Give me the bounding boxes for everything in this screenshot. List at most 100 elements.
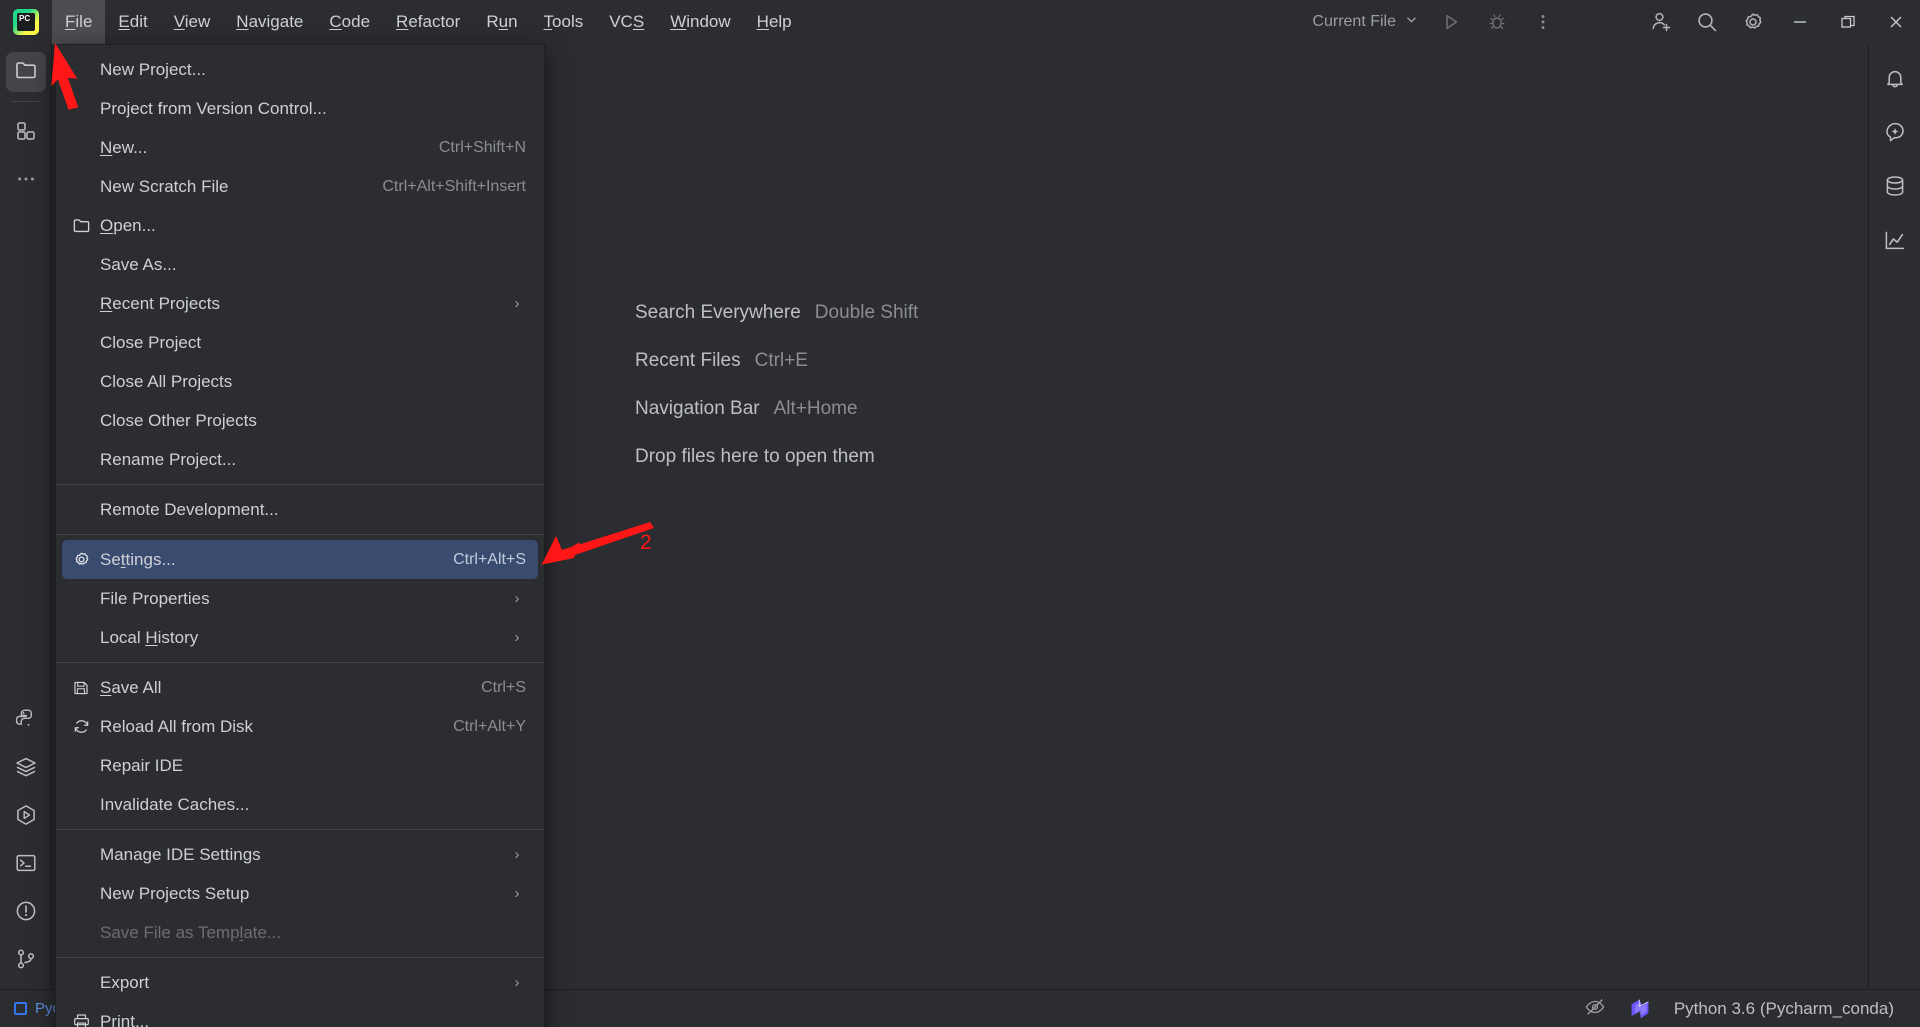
menu-item-save-as[interactable]: Save As... [62,245,538,284]
sidebar-item-sciview[interactable] [1875,222,1915,262]
menu-item-label: Recent Projects [100,293,221,313]
title-bar-actions: Current File [1302,0,1920,44]
menu-item-print[interactable]: Print... [62,1002,538,1027]
layers-icon [14,755,38,784]
menu-item-new[interactable]: New... Ctrl+Shift+N [62,128,538,167]
folder-icon [14,58,38,87]
sidebar-item-project[interactable] [5,52,46,92]
sidebar-item-python-console[interactable] [6,701,46,741]
menu-refactor[interactable]: Refactor [383,0,473,44]
sidebar-item-version-control[interactable] [6,941,46,981]
hint-search-everywhere: Search Everywhere Double Shift [635,302,918,350]
sidebar-item-python-packages[interactable] [6,749,46,789]
file-menu-dropdown[interactable]: New Project... Project from Version Cont… [55,44,545,1027]
menu-item-local-history[interactable]: Local History › [62,618,538,657]
sidebar-item-structure[interactable] [6,113,46,153]
menu-separator [56,829,544,830]
menu-navigate[interactable]: Navigate [223,0,316,44]
sidebar-item-problems[interactable] [6,893,46,933]
more-actions-button[interactable] [1520,0,1566,44]
menu-item-save-file-as-template: Save File as Template... [62,913,538,952]
menu-item-accelerator: Ctrl+Alt+Y [453,717,526,735]
menu-vcs[interactable]: VCS [596,0,657,44]
interpreter-logo-icon[interactable] [1628,997,1652,1021]
debug-button[interactable] [1474,0,1520,44]
menu-bar[interactable]: File Edit View Navigate Code Refactor Ru… [52,0,805,44]
status-bar-right: Python 3.6 (Pycharm_conda) [1584,996,1920,1022]
menu-item-accelerator: Ctrl+Shift+N [438,138,526,156]
run-button[interactable] [1428,0,1474,44]
status-bar-left[interactable]: Pyc [0,1000,60,1017]
menu-window[interactable]: Window [657,0,743,44]
menu-item-settings[interactable]: Settings... Ctrl+Alt+S [62,540,538,579]
search-everywhere-button[interactable] [1684,0,1730,44]
menu-item-project-from-version-control[interactable]: Project from Version Control... [62,89,538,128]
code-with-me-button[interactable] [1638,0,1684,44]
menu-view[interactable]: View [161,0,224,44]
save-icon [62,679,100,697]
menu-item-repair-ide[interactable]: Repair IDE [62,746,538,785]
sidebar-item-database[interactable] [1875,168,1915,208]
menu-code[interactable]: Code [316,0,383,44]
print-icon [62,1012,100,1027]
menu-item-label: Print... [100,1011,150,1027]
menu-item-accelerator: Ctrl+Alt+S [453,550,526,568]
chevron-right-icon: › [514,629,520,646]
right-tool-rail [1868,44,1920,989]
project-square-icon [14,1002,27,1015]
sidebar-item-more-tool-windows[interactable] [6,161,46,201]
menu-item-new-projects-setup[interactable]: New Projects Setup › [62,874,538,913]
menu-item-label: File Properties [100,588,210,608]
menu-item-label: Save File as Template... [100,922,282,942]
menu-item-label: Close All Projects [100,371,233,391]
grid-icon [15,120,37,147]
inspections-eye-off-icon[interactable] [1584,996,1606,1022]
folder-icon [62,216,100,235]
menu-item-reload-all-from-disk[interactable]: Reload All from Disk Ctrl+Alt+Y [62,707,538,746]
menu-item-export[interactable]: Export › [62,963,538,1002]
menu-item-save-all[interactable]: Save All Ctrl+S [62,668,538,707]
python-interpreter-label[interactable]: Python 3.6 (Pycharm_conda) [1674,999,1894,1019]
menu-item-manage-ide-settings[interactable]: Manage IDE Settings › [62,835,538,874]
sidebar-item-notifications[interactable] [1875,60,1915,100]
menu-item-close-all-projects[interactable]: Close All Projects [62,362,538,401]
menu-tools[interactable]: Tools [531,0,597,44]
menu-item-close-project[interactable]: Close Project [62,323,538,362]
run-configuration-label: Current File [1312,12,1396,30]
menu-item-new-scratch-file[interactable]: New Scratch File Ctrl+Alt+Shift+Insert [62,167,538,206]
menu-help[interactable]: Help [744,0,805,44]
menu-item-open[interactable]: Open... [62,206,538,245]
run-hex-icon [14,803,38,832]
menu-item-new-project[interactable]: New Project... [62,50,538,89]
hint-label: Drop files here to open them [635,446,875,467]
run-configuration-selector[interactable]: Current File [1302,13,1428,31]
chevron-right-icon: › [514,974,520,991]
settings-gear-button[interactable] [1730,0,1776,44]
menu-item-label: Save As... [100,254,177,274]
sidebar-item-services[interactable] [6,797,46,837]
menu-item-remote-development[interactable]: Remote Development... [62,490,538,529]
menu-run[interactable]: Run [473,0,530,44]
menu-item-file-properties[interactable]: File Properties › [62,579,538,618]
sidebar-item-ai-assistant[interactable] [1875,114,1915,154]
close-button[interactable] [1872,0,1920,44]
menu-file[interactable]: File [52,0,106,44]
chevron-right-icon: › [514,846,520,863]
sidebar-item-terminal[interactable] [6,845,46,885]
menu-item-label: Local History [100,627,199,647]
reload-icon [62,717,100,736]
branch-icon [14,947,38,976]
menu-item-close-other-projects[interactable]: Close Other Projects [62,401,538,440]
chevron-right-icon: › [514,885,520,902]
menu-item-rename-project[interactable]: Rename Project... [62,440,538,479]
chevron-right-icon: › [514,295,520,312]
left-tool-rail [0,44,52,989]
menu-item-recent-projects[interactable]: Recent Projects › [62,284,538,323]
menu-item-label: Repair IDE [100,755,184,775]
menu-item-label: New Projects Setup [100,883,250,903]
maximize-button[interactable] [1824,0,1872,44]
minimize-button[interactable] [1776,0,1824,44]
menu-item-label: Settings... [100,549,176,569]
menu-item-invalidate-caches[interactable]: Invalidate Caches... [62,785,538,824]
menu-edit[interactable]: Edit [105,0,160,44]
